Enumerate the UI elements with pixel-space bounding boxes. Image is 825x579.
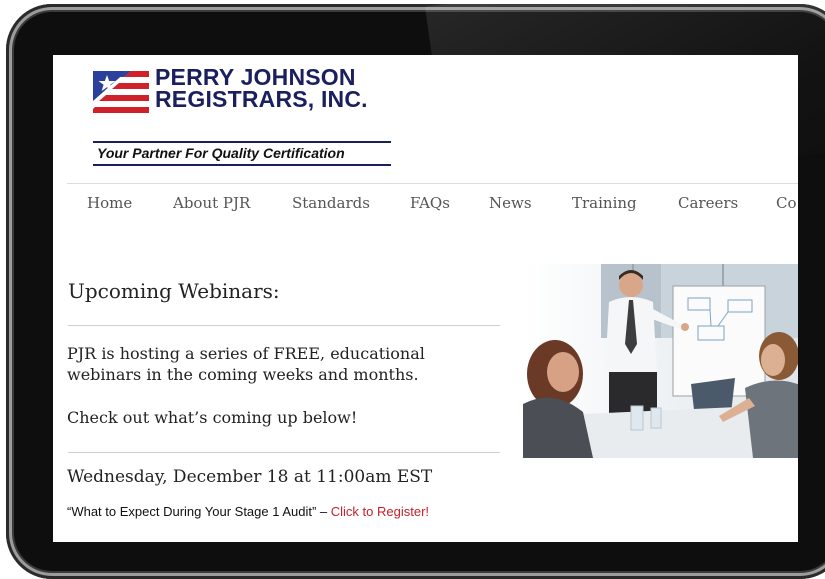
divider: [68, 452, 500, 453]
nav-news[interactable]: News: [489, 194, 532, 212]
tablet-frame: PERRY JOHNSON REGISTRARS, INC. Your Part…: [6, 4, 825, 579]
main-nav: Home About PJR Standards FAQs News Train…: [67, 183, 798, 224]
nav-about-pjr[interactable]: About PJR: [173, 194, 250, 212]
webinar-title: “What to Expect During Your Stage 1 Audi…: [67, 504, 331, 519]
register-link[interactable]: Click to Register!: [331, 504, 429, 519]
intro-line-1: PJR is hosting a series of FREE, educati…: [67, 344, 425, 363]
webinar-item: “What to Expect During Your Stage 1 Audi…: [67, 504, 429, 519]
company-name-line1: PERRY JOHNSON: [155, 64, 356, 90]
nav-training[interactable]: Training: [572, 194, 637, 212]
company-name: PERRY JOHNSON REGISTRARS, INC.: [155, 64, 368, 112]
nav-faqs[interactable]: FAQs: [410, 194, 450, 212]
tagline: Your Partner For Quality Certification: [97, 145, 345, 161]
intro-text: PJR is hosting a series of FREE, educati…: [67, 343, 497, 385]
american-flag-icon: [93, 71, 149, 117]
nav-home[interactable]: Home: [87, 194, 132, 212]
webinar-date: Wednesday, December 18 at 11:00am EST: [67, 467, 433, 487]
site-logo[interactable]: PERRY JOHNSON REGISTRARS, INC. Your Part…: [93, 64, 393, 167]
divider: [68, 325, 500, 326]
check-out-text: Check out what’s coming up below!: [67, 408, 358, 427]
page-heading: Upcoming Webinars:: [68, 279, 280, 303]
business-meeting-photo: [523, 264, 798, 458]
intro-line-2: webinars in the coming weeks and months.: [67, 365, 419, 384]
nav-contact[interactable]: Co: [776, 194, 797, 212]
tagline-box: Your Partner For Quality Certification: [93, 141, 391, 166]
browser-viewport: PERRY JOHNSON REGISTRARS, INC. Your Part…: [53, 55, 798, 542]
nav-careers[interactable]: Careers: [678, 194, 738, 212]
nav-standards[interactable]: Standards: [292, 194, 370, 212]
company-name-line2: REGISTRARS, INC.: [155, 86, 368, 112]
